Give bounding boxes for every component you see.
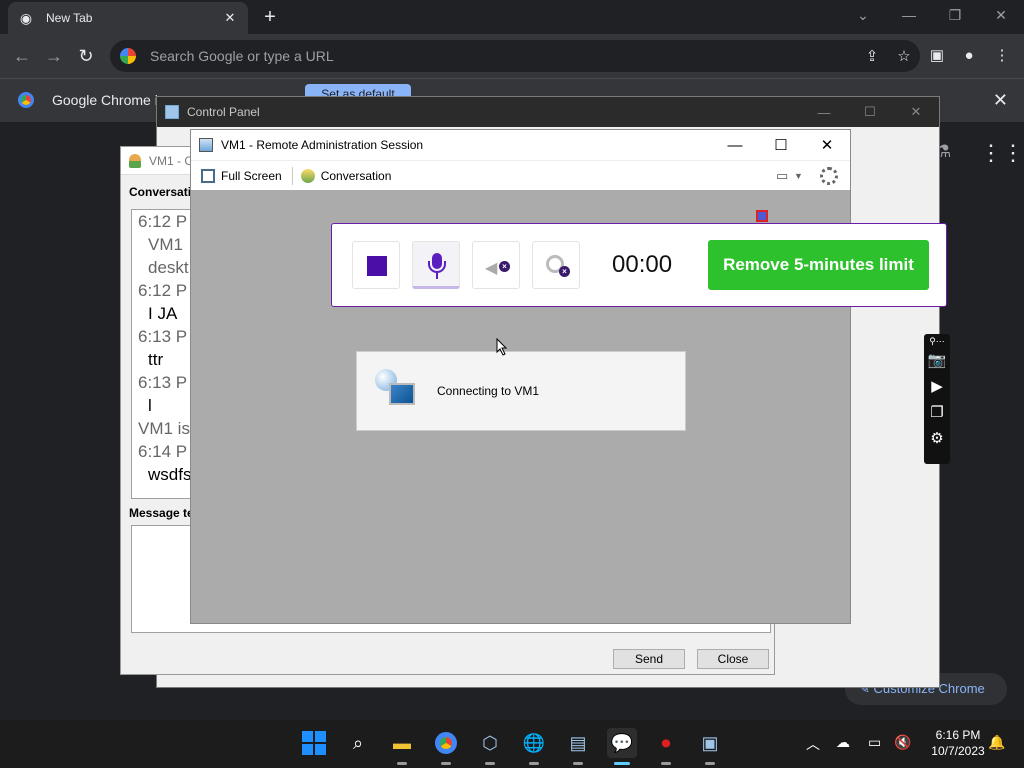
toolbar-divider [291, 166, 293, 185]
connecting-panel: Connecting to VM1 [356, 351, 686, 431]
clock-date: 10/7/2023 [931, 744, 985, 758]
infobar-text: Google Chrome is [52, 92, 165, 108]
full-screen-button[interactable]: Full Screen [201, 168, 282, 183]
tab-search-icon[interactable]: ⌄ [840, 0, 886, 30]
remote-admin-icon[interactable]: ▣ [695, 728, 725, 765]
conversation-button[interactable]: Conversation [300, 168, 392, 183]
start-button[interactable] [299, 728, 329, 758]
restore-icon[interactable]: ❐ [932, 0, 978, 30]
virtualbox-icon[interactable]: ⬡ [475, 728, 505, 765]
more-icon[interactable]: ⚲⋯ [924, 334, 950, 348]
new-tab-button[interactable]: + [258, 5, 282, 29]
screen-recorder-icon[interactable]: ⏺ [651, 728, 681, 765]
windows-logo-icon [299, 728, 329, 758]
remote-session-titlebar[interactable]: VM1 - Remote Administration Session — ☐ … [191, 130, 850, 160]
control-panel-icon [165, 105, 179, 119]
forward-arrow-icon[interactable]: → [40, 42, 68, 70]
recorder-toolbar: ◀ × × 00:00 Remove 5-minutes limit [331, 223, 947, 307]
conversation-button-label: Conversation [320, 168, 392, 183]
stop-recording-button[interactable] [352, 241, 400, 289]
webcam-button[interactable]: × [532, 241, 580, 289]
minimize-icon[interactable]: — [886, 0, 932, 30]
share-icon[interactable]: ⇪ [856, 47, 888, 65]
back-arrow-icon[interactable]: ← [8, 42, 36, 70]
disabled-badge-icon: × [559, 266, 570, 277]
monitor-icon[interactable]: ▭ [776, 168, 794, 184]
close-button[interactable]: Close [697, 649, 769, 669]
conversation-label: Conversatio [129, 185, 199, 199]
minimize-icon[interactable]: — [712, 137, 758, 154]
onedrive-cloud-icon[interactable]: ☁ [836, 734, 850, 751]
chat-taskbar-icon[interactable]: 💬 [607, 728, 637, 765]
recorder-side-panel: ⚲⋯ 📷 ▶ ❐ ⚙ [924, 334, 950, 464]
remote-session-title: VM1 - Remote Administration Session [221, 138, 424, 152]
remove-limit-button[interactable]: Remove 5-minutes limit [708, 240, 929, 290]
chat-title: VM1 - C [149, 153, 194, 168]
google-apps-icon[interactable]: ⋮⋮⋮ [980, 142, 1024, 164]
reload-icon[interactable]: ↻ [72, 42, 100, 70]
google-icon [120, 48, 136, 64]
chevron-down-icon[interactable]: ▼ [794, 171, 808, 181]
full-screen-label: Full Screen [221, 168, 282, 183]
disabled-badge-icon: × [499, 261, 510, 272]
remote-session-toolbar: Full Screen Conversation ▭ ▼ [191, 160, 850, 190]
control-panel-titlebar[interactable]: Control Panel — ☐ ✕ [157, 97, 939, 127]
connecting-text: Connecting to VM1 [437, 384, 540, 398]
gear-icon[interactable] [820, 166, 838, 185]
full-screen-icon [201, 168, 215, 183]
file-explorer-icon[interactable]: ▬ [387, 728, 417, 765]
chrome-menu-icon[interactable]: ⋮ [990, 44, 1014, 68]
browser-window-controls: ⌄ — ❐ ✕ [840, 0, 1024, 30]
chrome-tab-strip: ◉ New Tab ✕ + ⌄ — ❐ ✕ [0, 0, 1024, 34]
tab-new-tab[interactable]: ◉ New Tab ✕ [8, 2, 248, 34]
stop-icon [367, 256, 387, 276]
taskbar-search-icon[interactable]: ⌕ [343, 728, 373, 758]
close-icon[interactable]: ✕ [893, 104, 939, 120]
chrome-taskbar-icon[interactable] [431, 728, 461, 765]
side-panel-icon[interactable]: ▣ [925, 44, 949, 68]
maximize-icon[interactable]: ☐ [758, 136, 804, 154]
taskbar: ⌕ ▬ ⬡ 🌐 ▤ 💬 ⏺ ▣ ︿ ☁ ▭ 🔇 6:16 PM 10/7/202… [0, 720, 1024, 768]
network-computer-icon [375, 369, 419, 413]
chevron-up-icon[interactable]: ︿ [806, 734, 820, 754]
remote-session-icon [199, 138, 213, 152]
close-icon[interactable]: ✕ [978, 0, 1024, 30]
chrome-tab-icon: ◉ [19, 10, 33, 26]
mouse-cursor-icon [496, 338, 508, 356]
recording-marker [756, 210, 768, 222]
volume-muted-icon[interactable]: 🔇 [894, 734, 911, 751]
chrome-logo-icon [18, 92, 34, 108]
layers-icon[interactable]: ❐ [924, 400, 950, 426]
bookmark-star-icon[interactable]: ☆ [888, 47, 920, 65]
infobar-close-icon[interactable]: ✕ [993, 90, 1008, 111]
settings-gear-icon[interactable]: ⚙ [924, 426, 950, 452]
maximize-icon[interactable]: ☐ [847, 104, 893, 120]
close-tab-icon[interactable]: ✕ [222, 10, 238, 26]
close-icon[interactable]: ✕ [804, 136, 850, 154]
message-label: Message te [129, 506, 194, 520]
camera-icon[interactable]: 📷 [924, 348, 950, 374]
omnibox-placeholder: Search Google or type a URL [150, 48, 334, 64]
conversation-icon [300, 168, 315, 183]
video-icon[interactable]: ▶ [924, 374, 950, 400]
send-button[interactable]: Send [613, 649, 685, 669]
remote-session-window: VM1 - Remote Administration Session — ☐ … [190, 129, 851, 624]
browser-toolbar: ← → ↻ Search Google or type a URL ⇪ ☆ ▣ … [0, 34, 1024, 78]
system-clock[interactable]: 6:16 PM 10/7/2023 [920, 727, 996, 759]
network-icon[interactable]: ▭ [868, 734, 881, 751]
microphone-button[interactable] [412, 241, 460, 289]
recording-timer: 00:00 [612, 251, 673, 278]
user-icon [129, 153, 141, 168]
notification-bell-icon[interactable]: 🔔 [988, 734, 1005, 751]
minimize-icon[interactable]: — [801, 105, 847, 120]
network-globe-icon[interactable]: 🌐 [519, 728, 549, 765]
system-audio-button[interactable]: ◀ × [472, 241, 520, 289]
clock-time: 6:16 PM [935, 728, 981, 742]
omnibox[interactable]: Search Google or type a URL ⇪ ☆ [110, 40, 920, 72]
hyperv-icon[interactable]: ▤ [563, 728, 593, 765]
speaker-muted-icon: ◀ [485, 260, 498, 277]
control-panel-title: Control Panel [187, 105, 260, 119]
profile-icon[interactable]: ● [957, 44, 981, 68]
tab-title: New Tab [46, 11, 93, 25]
